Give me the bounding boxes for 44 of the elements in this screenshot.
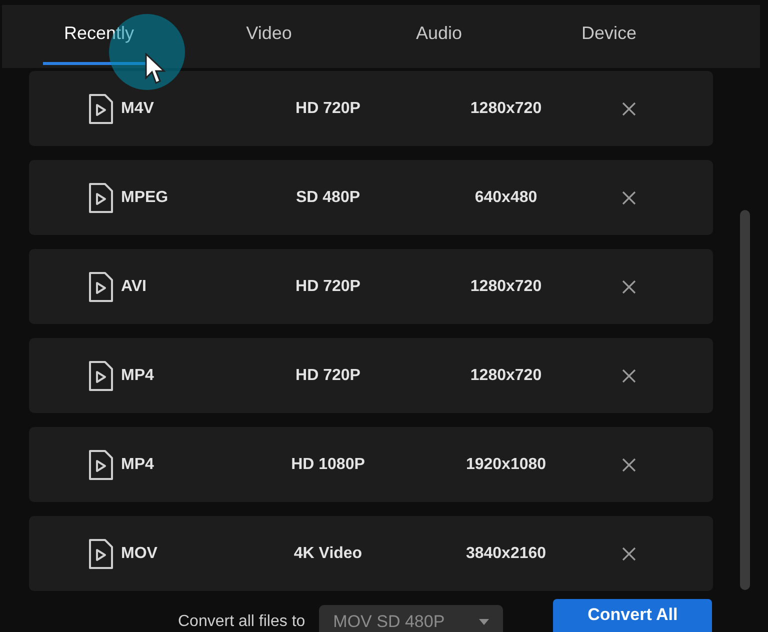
convert-all-button[interactable]: Convert All	[553, 599, 712, 632]
quality-label: 4K Video	[294, 544, 362, 562]
resolution-label: 640x480	[474, 188, 538, 206]
format-name: MP4	[121, 456, 154, 472]
resolution-label: 1920x1080	[466, 456, 546, 472]
tab[interactable]: Device	[524, 5, 694, 65]
scrollbar-thumb[interactable]	[740, 210, 750, 590]
tab[interactable]: Audio	[354, 5, 524, 65]
close-icon[interactable]	[622, 190, 636, 204]
resolution-label: 1280x720	[470, 100, 542, 116]
format-row[interactable]: MOV 4K Video 3840x2160	[29, 516, 713, 591]
format-name: M4V	[121, 100, 154, 116]
format-dropdown[interactable]: MOV SD 480P	[319, 605, 504, 632]
quality-label: HD 720P	[296, 366, 360, 384]
format-row[interactable]: AVI HD 720P 1280x720	[29, 249, 713, 324]
video-file-icon	[88, 182, 114, 214]
format-name: MOV	[121, 546, 158, 562]
format-name: AVI	[121, 278, 146, 294]
video-file-icon	[88, 448, 114, 480]
quality-label: HD 720P	[296, 100, 360, 116]
video-file-icon	[88, 92, 114, 124]
close-icon[interactable]	[622, 102, 636, 116]
convert-label: Convert all files to	[178, 613, 306, 631]
resolution-label: 1280x720	[470, 278, 542, 294]
video-file-icon	[88, 270, 114, 302]
video-file-icon	[88, 538, 114, 570]
caret-icon	[479, 619, 490, 625]
quality-label: HD 720P	[296, 278, 360, 294]
close-icon[interactable]	[622, 368, 636, 382]
quality-label: SD 480P	[296, 188, 360, 206]
resolution-label: 1280x720	[470, 366, 542, 384]
quality-label: HD 1080P	[291, 456, 365, 472]
format-row[interactable]: MP4 HD 1080P 1920x1080	[29, 427, 713, 502]
close-icon[interactable]	[622, 546, 636, 560]
format-name: MPEG	[121, 190, 168, 206]
format-name: MP4	[121, 368, 154, 384]
format-row[interactable]: M4V HD 720P 1280x720	[29, 71, 713, 146]
resolution-label: 3840x2160	[466, 544, 546, 562]
format-row[interactable]: MPEG SD 480P 640x480	[29, 160, 713, 235]
video-file-icon	[88, 360, 114, 392]
tab[interactable]: Video	[184, 5, 354, 65]
close-icon[interactable]	[622, 280, 636, 294]
close-icon[interactable]	[622, 458, 636, 472]
format-row[interactable]: MP4 HD 720P 1280x720	[29, 338, 713, 413]
